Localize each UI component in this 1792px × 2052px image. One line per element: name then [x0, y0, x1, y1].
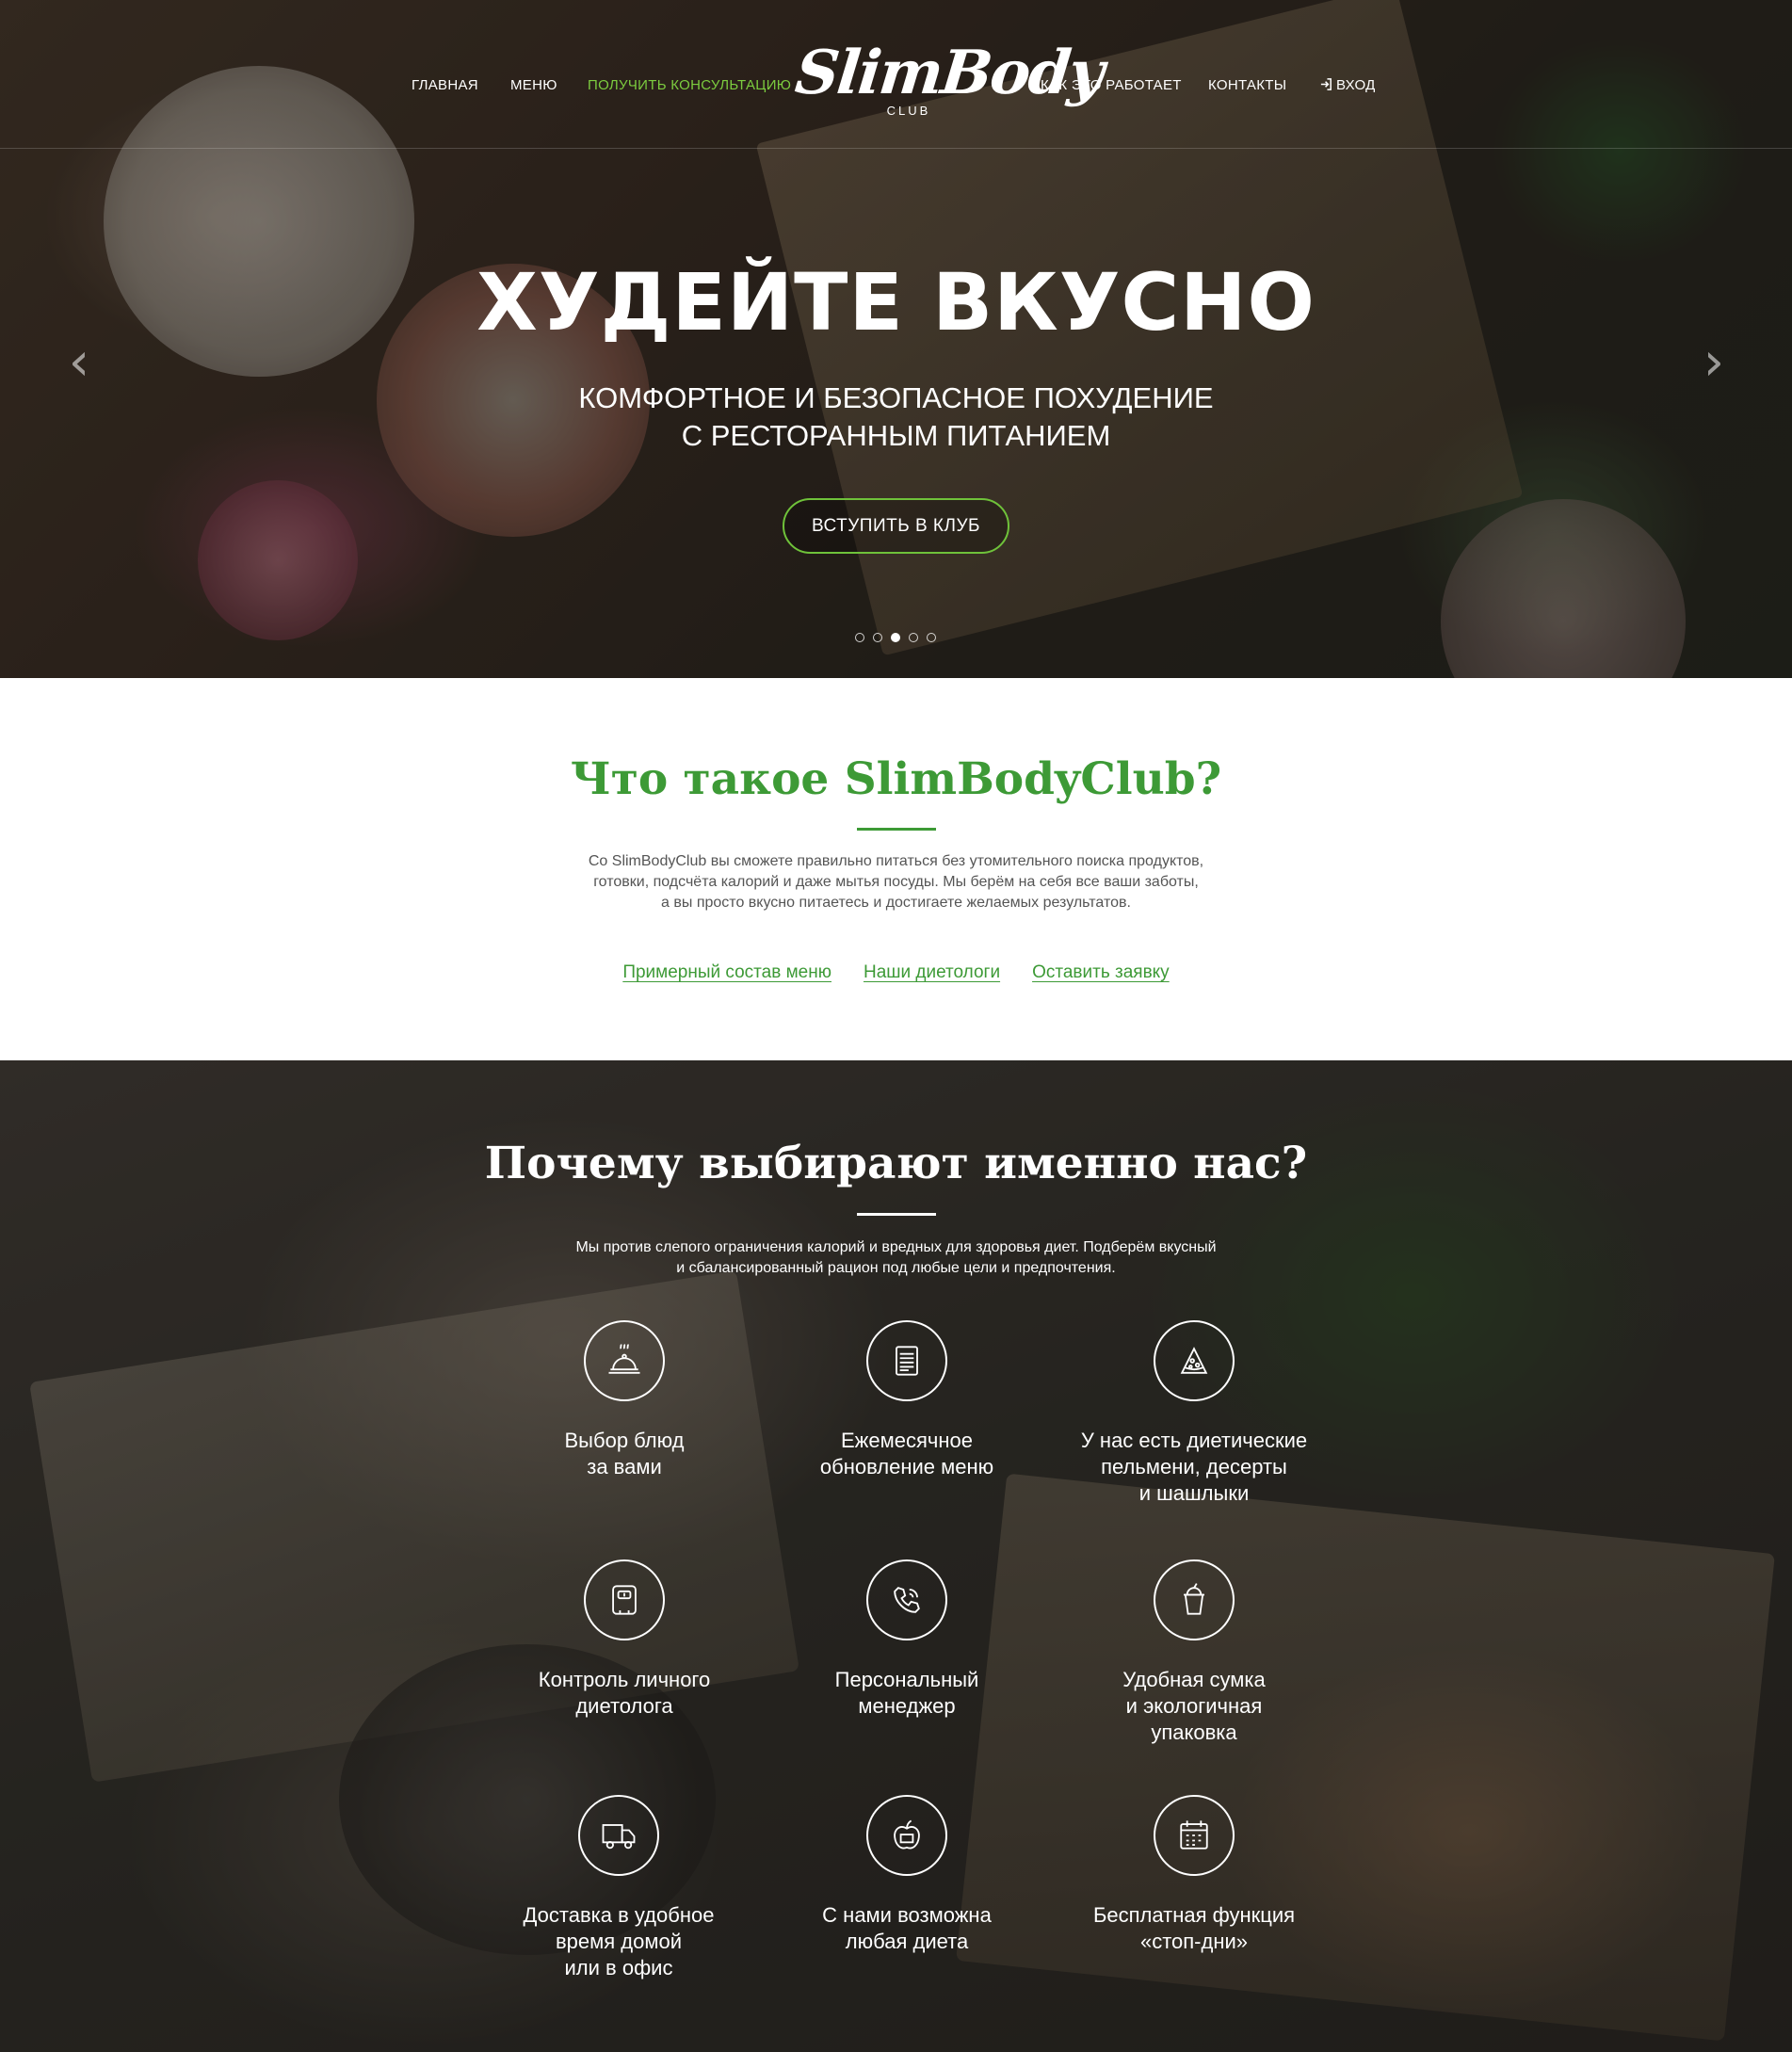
- why-title: Почему выбирают именно нас?: [484, 1138, 1308, 1189]
- about-title-divider: [857, 828, 936, 831]
- why-description: Мы против слепого ограничения калорий и …: [0, 1237, 1792, 1279]
- feature-card: Персональный менеджер: [766, 1559, 1048, 1720]
- slider-dot[interactable]: [855, 633, 864, 642]
- calendar-icon: [1154, 1795, 1235, 1876]
- slider-dots: [855, 633, 936, 642]
- feature-card: У нас есть диетические пельмени, десерты…: [1053, 1320, 1335, 1507]
- hero-title: ХУДЕЙТЕ ВКУСНО: [476, 256, 1316, 348]
- why-text-line: Мы против слепого ограничения калорий и …: [575, 1239, 1217, 1255]
- slider-dot[interactable]: [909, 633, 918, 642]
- login-icon: [1320, 78, 1332, 90]
- nav-item-home[interactable]: ГЛАВНАЯ: [412, 77, 478, 93]
- feature-label: У нас есть диетические пельмени, десерты…: [1080, 1429, 1308, 1505]
- about-text-line: готовки, подсчёта калорий и даже мытья п…: [593, 874, 1199, 890]
- feature-label: Выбор блюд за вами: [564, 1429, 685, 1478]
- apple-icon: [866, 1795, 947, 1876]
- main-nav: ГЛАВНАЯ МЕНЮ ПОЛУЧИТЬ КОНСУЛЬТАЦИЮ SlimB…: [0, 0, 1792, 149]
- feature-label: Удобная сумка и экологичная упаковка: [1122, 1668, 1266, 1744]
- feature-card: Бесплатная функция «стоп-дни»: [1053, 1795, 1335, 1955]
- logo-wordmark: SlimBody: [792, 38, 1106, 108]
- about-section: Что такое SlimBodyClub? Со SlimBodyClub …: [0, 678, 1792, 1060]
- hero-subtitle-line2: С РЕСТОРАННЫМ ПИТАНИЕМ: [681, 419, 1111, 452]
- about-title: Что такое SlimBodyClub?: [570, 753, 1222, 805]
- nutritionists-link[interactable]: Наши диетологи: [864, 962, 1000, 983]
- feature-card: Ежемесячное обновление меню: [766, 1320, 1048, 1480]
- leave-request-link[interactable]: Оставить заявку: [1032, 962, 1170, 983]
- feature-card: Доставка в удобное время домой или в офи…: [477, 1795, 760, 1981]
- feature-label: Бесплатная функция «стоп-дни»: [1092, 1903, 1296, 1953]
- slider-dot[interactable]: [873, 633, 882, 642]
- feature-label: Контроль личного диетолога: [538, 1668, 711, 1718]
- feature-card: Выбор блюд за вами: [483, 1320, 766, 1480]
- phone-icon: [866, 1559, 947, 1640]
- feature-label: Доставка в удобное время домой или в офи…: [523, 1903, 715, 1979]
- hero-subtitle-line1: КОМФОРТНОЕ И БЕЗОПАСНОЕ ПОХУДЕНИЕ: [578, 381, 1214, 414]
- site-logo[interactable]: SlimBody CLUB: [792, 38, 1106, 127]
- nav-item-consultation[interactable]: ПОЛУЧИТЬ КОНСУЛЬТАЦИЮ: [588, 77, 791, 93]
- nav-item-contacts[interactable]: КОНТАКТЫ: [1208, 77, 1286, 93]
- feature-label: Персональный менеджер: [834, 1668, 979, 1718]
- about-description: Со SlimBodyClub вы сможете правильно пит…: [0, 851, 1792, 913]
- about-text-line: а вы просто вкусно питаетесь и достигает…: [661, 895, 1131, 911]
- feature-label: Ежемесячное обновление меню: [819, 1429, 994, 1478]
- sample-menu-link[interactable]: Примерный состав меню: [622, 962, 831, 983]
- why-title-divider: [857, 1213, 936, 1216]
- cloche-icon: [584, 1320, 665, 1401]
- feature-card: Контроль личного диетолога: [483, 1559, 766, 1720]
- nav-item-how-it-works[interactable]: КАК ЭТО РАБОТАЕТ: [1041, 77, 1182, 93]
- drink-cup-icon: [1154, 1559, 1235, 1640]
- login-link[interactable]: ВХОД: [1319, 77, 1376, 93]
- about-links: Примерный состав меню Наши диетологи Ост…: [0, 962, 1792, 983]
- pizza-slice-icon: [1154, 1320, 1235, 1401]
- feature-label: С нами возможна любая диета: [822, 1903, 992, 1953]
- why-text-line: и сбалансированный рацион под любые цели…: [676, 1260, 1116, 1276]
- join-club-button[interactable]: ВСТУПИТЬ В КЛУБ: [783, 498, 1009, 554]
- why-us-section: Почему выбирают именно нас? Мы против сл…: [0, 1060, 1792, 2052]
- feature-card: Удобная сумка и экологичная упаковка: [1053, 1559, 1335, 1746]
- about-text-line: Со SlimBodyClub вы сможете правильно пит…: [588, 853, 1204, 869]
- delivery-truck-icon: [578, 1795, 659, 1876]
- nav-item-menu[interactable]: МЕНЮ: [510, 77, 557, 93]
- hero-section: ГЛАВНАЯ МЕНЮ ПОЛУЧИТЬ КОНСУЛЬТАЦИЮ SlimB…: [0, 0, 1792, 678]
- document-icon: [866, 1320, 947, 1401]
- scale-icon: [584, 1559, 665, 1640]
- feature-card: С нами возможна любая диета: [766, 1795, 1048, 1955]
- login-label: ВХОД: [1336, 77, 1376, 93]
- slider-dot[interactable]: [927, 633, 936, 642]
- slider-dot[interactable]: [891, 633, 900, 642]
